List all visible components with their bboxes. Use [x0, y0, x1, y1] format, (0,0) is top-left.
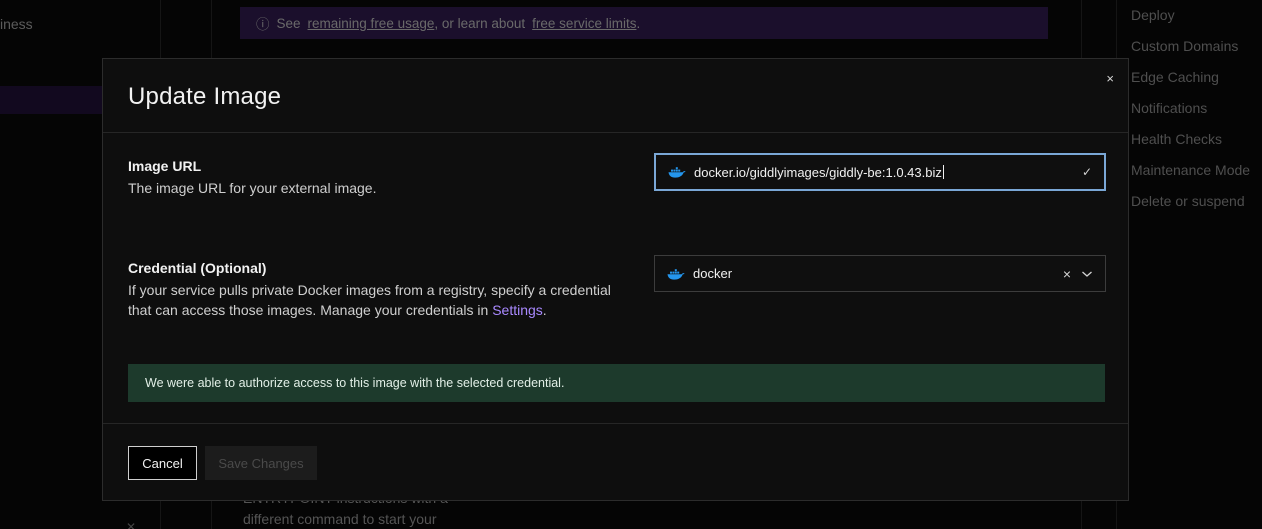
- bg-settings-nav: Deploy Custom Domains Edge Caching Notif…: [1131, 4, 1262, 221]
- modal-footer-divider: [103, 423, 1128, 424]
- bg-sidebar-item: iness: [0, 16, 33, 32]
- bg-nav-notifications[interactable]: Notifications: [1131, 97, 1262, 128]
- credential-description-suffix: .: [542, 302, 547, 318]
- bg-banner-middle: , or learn about: [434, 15, 526, 31]
- info-icon: ⓘ: [256, 17, 270, 32]
- bg-nav-delete-or-suspend[interactable]: Delete or suspend: [1131, 190, 1262, 221]
- image-url-input[interactable]: docker.io/giddlyimages/giddly-be:1.0.43.…: [694, 164, 1072, 180]
- modal-title: Update Image: [128, 83, 282, 110]
- chevron-down-icon: ✕: [126, 520, 137, 529]
- cancel-button[interactable]: Cancel: [128, 446, 197, 480]
- bg-nav-edge-caching[interactable]: Edge Caching: [1131, 66, 1262, 97]
- clear-icon[interactable]: ×: [1063, 267, 1071, 281]
- credential-select[interactable]: docker ×: [654, 255, 1106, 292]
- bg-body-text: different command to start your: [243, 511, 437, 527]
- bg-nav-deploy[interactable]: Deploy: [1131, 4, 1262, 35]
- bg-free-usage-banner: ⓘ See remaining free usage, or learn abou…: [240, 7, 1048, 39]
- docker-icon: [667, 268, 685, 280]
- check-icon: ✓: [1081, 165, 1092, 179]
- text-caret: [942, 164, 944, 179]
- bg-nav-custom-domains[interactable]: Custom Domains: [1131, 35, 1262, 66]
- docker-icon: [668, 167, 686, 178]
- image-url-value: docker.io/giddlyimages/giddly-be:1.0.43.…: [694, 164, 942, 180]
- app-stage: { "background": { "left_item": "iness", …: [0, 0, 1262, 529]
- bg-banner-prefix: See: [276, 15, 301, 31]
- success-banner: We were able to authorize access to this…: [128, 364, 1105, 402]
- image-url-combobox[interactable]: docker.io/giddlyimages/giddly-be:1.0.43.…: [654, 153, 1106, 191]
- remaining-free-usage-link[interactable]: remaining free usage: [308, 16, 435, 31]
- image-url-description: The image URL for your external image.: [128, 180, 377, 196]
- settings-link[interactable]: Settings: [492, 302, 543, 318]
- free-service-limits-link[interactable]: free service limits: [532, 16, 636, 31]
- chevron-down-icon[interactable]: [1081, 270, 1093, 278]
- credential-section: Credential (Optional) If your service pu…: [128, 259, 628, 320]
- image-url-section: Image URL The image URL for your externa…: [128, 157, 628, 198]
- modal-header: Update Image: [103, 59, 1128, 133]
- bg-banner-suffix: .: [636, 15, 641, 31]
- bg-nav-health-checks[interactable]: Health Checks: [1131, 128, 1262, 159]
- credential-description: If your service pulls private Docker ima…: [128, 280, 628, 320]
- bg-sidebar-active-item: [0, 86, 110, 114]
- image-url-title: Image URL: [128, 158, 202, 174]
- credential-title: Credential (Optional): [128, 260, 267, 276]
- credential-value: docker: [693, 266, 733, 281]
- close-icon[interactable]: ×: [1106, 72, 1114, 85]
- update-image-modal: × Update Image Image URL The image URL f…: [102, 58, 1129, 501]
- save-changes-button[interactable]: Save Changes: [205, 446, 317, 480]
- bg-nav-maintenance-mode[interactable]: Maintenance Mode: [1131, 159, 1262, 190]
